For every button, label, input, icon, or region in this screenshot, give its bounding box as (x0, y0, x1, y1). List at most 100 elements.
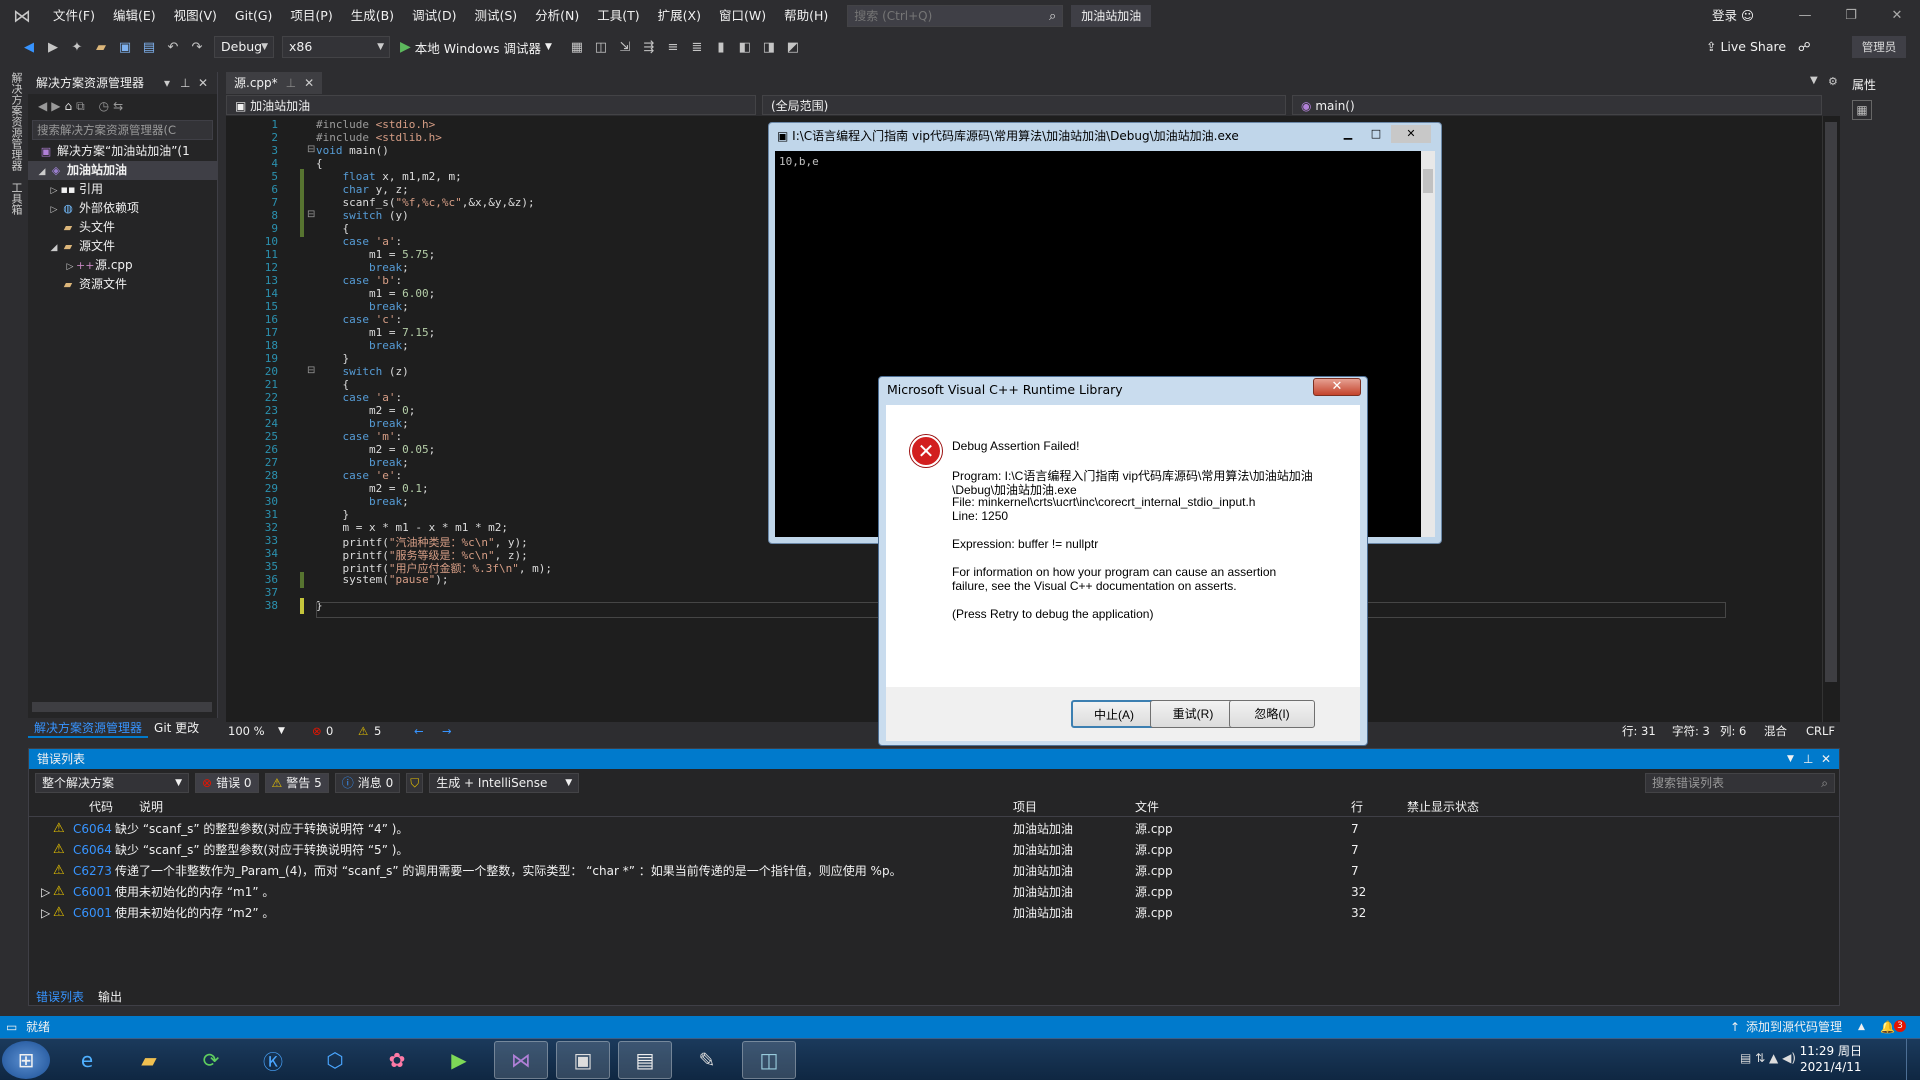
close-tab-icon[interactable]: ✕ (304, 72, 314, 94)
console-close-button[interactable]: ✕ (1391, 125, 1431, 143)
ignore-button[interactable]: 忽略(I) (1229, 700, 1315, 728)
prev-issue-icon[interactable]: ← (414, 722, 424, 740)
console-maximize-button[interactable]: □ (1363, 125, 1389, 143)
code-line[interactable]: break; (316, 261, 409, 274)
code-line[interactable]: char y, z; (316, 183, 409, 196)
start-debugger-button[interactable]: ▶ 本地 Windows 调试器 ▼ (394, 36, 558, 58)
menu-file[interactable]: 文件(F) (44, 0, 104, 32)
line-ending[interactable]: CRLF (1806, 722, 1835, 740)
start-button-icon[interactable]: ⊞ (2, 1041, 50, 1079)
code-line[interactable]: break; (316, 495, 409, 508)
step-icon[interactable]: ⇲ (614, 36, 636, 58)
code-line[interactable]: case 'a': (316, 391, 403, 404)
errors-filter-button[interactable]: ⊗ 错误 0 (195, 773, 259, 793)
code-line[interactable]: switch (z) (316, 365, 409, 378)
app-green-icon[interactable]: ⟳ (184, 1041, 238, 1079)
app-tools-icon[interactable]: ✎ (680, 1041, 734, 1079)
assertion-dialog[interactable]: Microsoft Visual C++ Runtime Library ✕ ✕… (878, 376, 1368, 746)
dialog-taskbar-icon[interactable]: ▤ (618, 1041, 672, 1079)
expand-icon[interactable]: ▷ (41, 882, 50, 902)
menu-edit[interactable]: 编辑(E) (104, 0, 165, 32)
minimize-button[interactable]: — (1782, 0, 1828, 32)
messages-filter-button[interactable]: ⓘ 消息 0 (334, 773, 401, 793)
panel-close-icon[interactable]: ✕ (1821, 749, 1831, 769)
error-count[interactable]: 0 (326, 722, 333, 740)
pending-changes-icon[interactable]: ◷ (99, 99, 109, 113)
new-project-icon[interactable]: ✦ (66, 36, 88, 58)
forward-icon[interactable]: ▶ (42, 36, 64, 58)
abort-button[interactable]: 中止(A) (1071, 700, 1157, 728)
comment-icon[interactable]: ≡ (662, 36, 684, 58)
build-intellisense-select[interactable]: 生成 + IntelliSense ▼ (429, 773, 580, 793)
prev-bookmark-icon[interactable]: ◧ (734, 36, 756, 58)
function-nav-combo[interactable]: ◉ main() (1292, 95, 1822, 115)
error-list-search[interactable]: 搜索错误列表 ⌕ (1645, 773, 1835, 793)
sync-icon[interactable]: ⇆ (113, 99, 123, 113)
scope-nav-combo[interactable]: (全局范围) (762, 95, 1286, 115)
menu-view[interactable]: 视图(V) (165, 0, 226, 32)
tree-source-cpp[interactable]: ▷ ++源.cpp (28, 256, 217, 275)
solution-explorer-side-tab[interactable]: 解决方案资源管理器 (8, 72, 24, 171)
tab-source-cpp[interactable]: 源.cpp* ⊥ ✕ (226, 72, 323, 94)
code-line[interactable]: void main() (316, 144, 389, 157)
error-code-link[interactable]: C6273 (73, 861, 112, 881)
console-taskbar-icon[interactable]: ▣ (556, 1041, 610, 1079)
menu-help[interactable]: 帮助(H) (775, 0, 837, 32)
retry-button[interactable]: 重试(R) (1150, 700, 1236, 728)
next-bookmark-icon[interactable]: ◨ (758, 36, 780, 58)
code-line[interactable]: m1 = 5.75; (316, 248, 435, 261)
maximize-button[interactable]: ❐ (1828, 0, 1874, 32)
app-k-icon[interactable]: Ⓚ (246, 1041, 300, 1079)
build-filter-icon-button[interactable]: ⛉ (406, 773, 424, 793)
app-flower-icon[interactable]: ✿ (370, 1041, 424, 1079)
console-scroll-thumb[interactable] (1423, 169, 1433, 193)
code-line[interactable]: case 'e': (316, 469, 403, 482)
code-line[interactable]: break; (316, 417, 409, 430)
settings-icon[interactable]: ⚙ (1828, 75, 1838, 88)
home-icon[interactable]: ⌂ (64, 99, 72, 113)
solution-search-input[interactable]: 搜索解决方案资源管理器(C (32, 120, 213, 140)
menu-test[interactable]: 测试(S) (465, 0, 526, 32)
code-line[interactable]: m1 = 7.15; (316, 326, 435, 339)
scope-filter-select[interactable]: 整个解决方案 ▼ (35, 773, 189, 793)
tree-references[interactable]: ▷ ▪▪ 引用 (28, 180, 217, 199)
code-line[interactable]: break; (316, 339, 409, 352)
menu-tools[interactable]: 工具(T) (588, 0, 648, 32)
warning-count[interactable]: 5 (374, 722, 381, 740)
file-explorer-icon[interactable]: ▰ (122, 1041, 176, 1079)
error-row[interactable]: ⚠ C6064 缺少 “scanf_s” 的整型参数(对应于转换说明符 “4” )。… (29, 819, 1839, 840)
screenshot-icon[interactable]: ◫ (590, 36, 612, 58)
expand-icon[interactable]: ▷ (41, 903, 50, 923)
warnings-filter-button[interactable]: ⚠ 警告 5 (264, 773, 329, 793)
console-scrollbar[interactable] (1421, 151, 1435, 537)
code-line[interactable]: break; (316, 300, 409, 313)
tree-header-files[interactable]: ▰ 头文件 (28, 218, 217, 237)
pin-icon[interactable]: ⊥ (1803, 749, 1813, 769)
code-line[interactable]: m = x * m1 - x * m1 * m2; (316, 521, 508, 534)
app-player-icon[interactable]: ▶ (432, 1041, 486, 1079)
save-all-icon[interactable]: ▤ (138, 36, 160, 58)
menu-git[interactable]: Git(G) (226, 0, 282, 32)
search-input[interactable] (854, 9, 1049, 23)
live-share-button[interactable]: ⇪ Live Share ☍ (1706, 32, 1811, 62)
zoom-dropdown-icon[interactable]: ▼ (278, 722, 285, 740)
code-line[interactable]: scanf_s("%f,%c,%c",&x,&y,&z); (316, 196, 534, 209)
panel-close-icon[interactable]: ✕ (198, 72, 208, 94)
switch-view-icon[interactable]: ⧉ (76, 99, 85, 114)
ie-browser-icon[interactable]: e (60, 1041, 114, 1079)
tab-git-changes[interactable]: Git 更改 (148, 718, 205, 738)
bookmark-icon[interactable]: ▮ (710, 36, 732, 58)
diagnostics-icon[interactable]: ▦ (1852, 100, 1872, 120)
error-code-link[interactable]: C6001 (73, 882, 112, 902)
format-icon[interactable]: ⇶ (638, 36, 660, 58)
nav-forward-icon[interactable]: ▶ (51, 99, 60, 113)
project-nav-combo[interactable]: ▣ 加油站加油 (226, 95, 756, 115)
code-line[interactable]: { (316, 157, 323, 170)
error-row[interactable]: ⚠ C6273 传递了一个非整数作为_Param_(4)，而对 “scanf_s” … (29, 861, 1839, 882)
tree-external-deps[interactable]: ▷ ◍ 外部依赖项 (28, 199, 217, 218)
code-line[interactable]: break; (316, 456, 409, 469)
zoom-level[interactable]: 100 % (228, 722, 265, 740)
code-line[interactable]: m2 = 0.1; (316, 482, 429, 495)
tree-project[interactable]: ◢ ◈ 加油站加油 (28, 161, 217, 180)
code-line[interactable]: #include <stdio.h> (316, 118, 435, 131)
